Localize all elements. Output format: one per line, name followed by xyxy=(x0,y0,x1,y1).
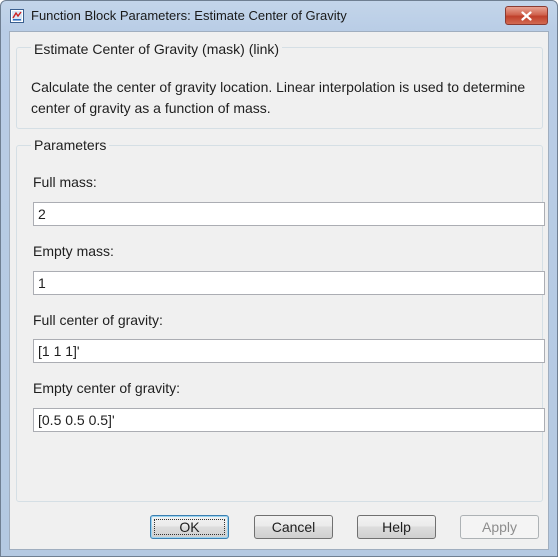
apply-button[interactable]: Apply xyxy=(460,515,539,539)
ok-button[interactable]: OK xyxy=(150,515,229,539)
cancel-button[interactable]: Cancel xyxy=(254,515,333,539)
full-center-of-gravity-label: Full center of gravity: xyxy=(33,312,163,328)
block-description: Calculate the center of gravity location… xyxy=(31,79,526,116)
close-icon xyxy=(521,10,532,21)
empty-mass-field[interactable] xyxy=(33,271,545,295)
simulink-block-icon xyxy=(10,9,24,23)
title-bar[interactable]: Function Block Parameters: Estimate Cent… xyxy=(1,1,557,31)
dialog-window: Function Block Parameters: Estimate Cent… xyxy=(0,0,558,557)
full-center-of-gravity-field[interactable] xyxy=(33,339,545,363)
cancel-button-label: Cancel xyxy=(271,519,316,535)
description-group-title: Estimate Center of Gravity (mask) (link) xyxy=(31,41,283,57)
help-button-label: Help xyxy=(382,519,411,535)
apply-button-label: Apply xyxy=(481,519,518,535)
full-mass-label: Full mass: xyxy=(33,174,97,190)
close-button[interactable] xyxy=(505,6,548,25)
focus-rectangle xyxy=(154,519,225,535)
empty-center-of-gravity-label: Empty center of gravity: xyxy=(33,380,181,396)
window-title: Function Block Parameters: Estimate Cent… xyxy=(31,8,347,23)
full-mass-field[interactable] xyxy=(33,202,545,226)
empty-center-of-gravity-field[interactable] xyxy=(33,408,545,432)
parameters-group-title: Parameters xyxy=(31,137,110,153)
empty-mass-label: Empty mass: xyxy=(33,243,114,259)
help-button[interactable]: Help xyxy=(357,515,436,539)
